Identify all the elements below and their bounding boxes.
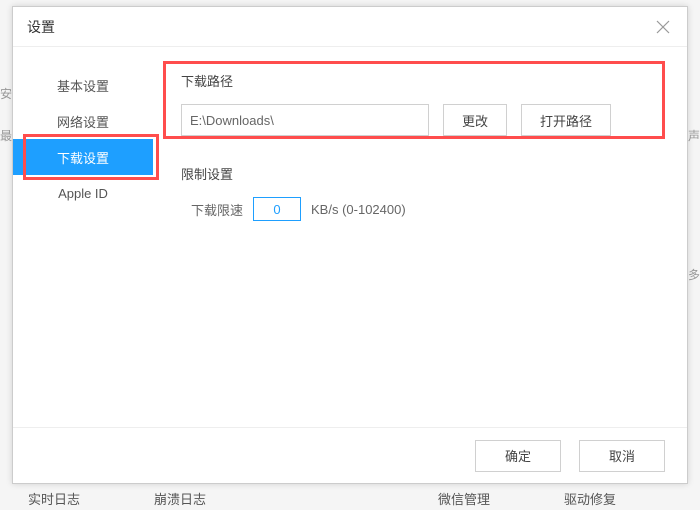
bg-text: 安: [0, 85, 12, 102]
cancel-button[interactable]: 取消: [579, 440, 665, 472]
speed-limit-input[interactable]: [253, 197, 301, 221]
close-icon: [656, 20, 670, 34]
speed-limit-range: KB/s (0-102400): [311, 202, 406, 217]
bg-bottom: 实时日志 崩溃日志 微信管理 驱动修复: [0, 489, 700, 508]
download-path-section: 下载路径 更改 打开路径: [181, 71, 659, 136]
open-path-button[interactable]: 打开路径: [521, 104, 611, 136]
ok-button[interactable]: 确定: [475, 440, 561, 472]
content-panel: 下载路径 更改 打开路径 限制设置 下载限速 KB/s (0-102400): [153, 47, 687, 427]
bg-text: 声: [688, 127, 700, 144]
settings-dialog: 设置 基本设置 网络设置 下载设置 Apple ID 下载路径 更改 打开路径 …: [12, 6, 688, 484]
sidebar-item-appleid[interactable]: Apple ID: [13, 175, 153, 211]
limit-section-title: 限制设置: [181, 164, 659, 183]
sidebar-item-download[interactable]: 下载设置: [13, 139, 153, 175]
dialog-title: 设置: [27, 17, 55, 37]
change-path-button[interactable]: 更改: [443, 104, 507, 136]
sidebar: 基本设置 网络设置 下载设置 Apple ID: [13, 47, 153, 427]
dialog-footer: 确定 取消: [13, 427, 687, 483]
bg-text: 最: [0, 127, 12, 144]
close-button[interactable]: [653, 17, 673, 37]
speed-limit-label: 下载限速: [191, 200, 243, 219]
download-path-input[interactable]: [181, 104, 429, 136]
dialog-header: 设置: [13, 7, 687, 47]
limit-section: 限制设置 下载限速 KB/s (0-102400): [181, 164, 659, 221]
bg-text: 多: [688, 266, 700, 283]
sidebar-item-basic[interactable]: 基本设置: [13, 67, 153, 103]
download-path-title: 下载路径: [181, 71, 659, 90]
sidebar-item-network[interactable]: 网络设置: [13, 103, 153, 139]
